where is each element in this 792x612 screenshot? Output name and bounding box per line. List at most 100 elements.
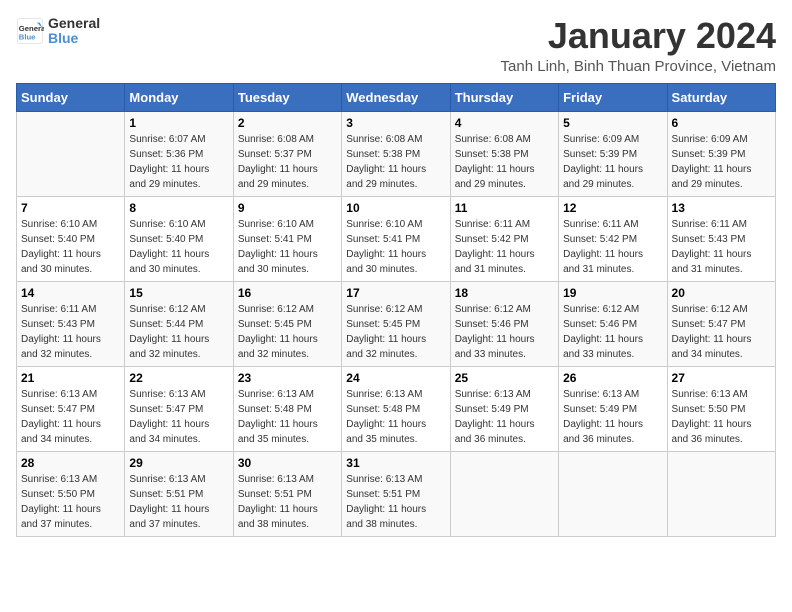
day-info: Sunrise: 6:13 AM Sunset: 5:51 PM Dayligh… (129, 472, 228, 532)
calendar-cell: 23 Sunrise: 6:13 AM Sunset: 5:48 PM Dayli… (233, 366, 341, 451)
header-monday: Monday (125, 83, 233, 111)
header-friday: Friday (559, 83, 667, 111)
day-number: 7 (21, 201, 120, 215)
day-info: Sunrise: 6:10 AM Sunset: 5:41 PM Dayligh… (346, 217, 445, 277)
logo-icon: General Blue (16, 17, 44, 45)
day-number: 28 (21, 456, 120, 470)
day-info: Sunrise: 6:13 AM Sunset: 5:51 PM Dayligh… (238, 472, 337, 532)
calendar-cell: 25 Sunrise: 6:13 AM Sunset: 5:49 PM Dayli… (450, 366, 558, 451)
day-number: 31 (346, 456, 445, 470)
calendar-cell: 10 Sunrise: 6:10 AM Sunset: 5:41 PM Dayli… (342, 196, 450, 281)
header-wednesday: Wednesday (342, 83, 450, 111)
header-tuesday: Tuesday (233, 83, 341, 111)
day-info: Sunrise: 6:07 AM Sunset: 5:36 PM Dayligh… (129, 132, 228, 192)
title-block: January 2024 Tanh Linh, Binh Thuan Provi… (501, 16, 776, 75)
week-row-3: 14 Sunrise: 6:11 AM Sunset: 5:43 PM Dayli… (17, 281, 776, 366)
calendar-cell: 24 Sunrise: 6:13 AM Sunset: 5:48 PM Dayli… (342, 366, 450, 451)
day-info: Sunrise: 6:13 AM Sunset: 5:47 PM Dayligh… (129, 387, 228, 447)
day-number: 30 (238, 456, 337, 470)
day-number: 25 (455, 371, 554, 385)
day-number: 22 (129, 371, 228, 385)
day-number: 26 (563, 371, 662, 385)
day-info: Sunrise: 6:12 AM Sunset: 5:45 PM Dayligh… (346, 302, 445, 362)
day-number: 13 (672, 201, 771, 215)
day-info: Sunrise: 6:13 AM Sunset: 5:49 PM Dayligh… (455, 387, 554, 447)
calendar-cell: 28 Sunrise: 6:13 AM Sunset: 5:50 PM Dayli… (17, 451, 125, 536)
week-row-5: 28 Sunrise: 6:13 AM Sunset: 5:50 PM Dayli… (17, 451, 776, 536)
week-row-4: 21 Sunrise: 6:13 AM Sunset: 5:47 PM Dayli… (17, 366, 776, 451)
day-info: Sunrise: 6:08 AM Sunset: 5:37 PM Dayligh… (238, 132, 337, 192)
day-info: Sunrise: 6:08 AM Sunset: 5:38 PM Dayligh… (346, 132, 445, 192)
calendar-cell: 2 Sunrise: 6:08 AM Sunset: 5:37 PM Daylig… (233, 111, 341, 196)
day-number: 24 (346, 371, 445, 385)
calendar-cell: 16 Sunrise: 6:12 AM Sunset: 5:45 PM Dayli… (233, 281, 341, 366)
day-info: Sunrise: 6:13 AM Sunset: 5:49 PM Dayligh… (563, 387, 662, 447)
day-info: Sunrise: 6:11 AM Sunset: 5:42 PM Dayligh… (455, 217, 554, 277)
day-number: 14 (21, 286, 120, 300)
calendar-cell: 19Sunrise: 6:12 AM Sunset: 5:46 PM Dayli… (559, 281, 667, 366)
day-number: 16 (238, 286, 337, 300)
calendar-cell: 22 Sunrise: 6:13 AM Sunset: 5:47 PM Dayli… (125, 366, 233, 451)
calendar-cell: 6Sunrise: 6:09 AM Sunset: 5:39 PM Daylig… (667, 111, 775, 196)
header-thursday: Thursday (450, 83, 558, 111)
week-row-2: 7 Sunrise: 6:10 AM Sunset: 5:40 PM Daylig… (17, 196, 776, 281)
calendar-cell: 1 Sunrise: 6:07 AM Sunset: 5:36 PM Daylig… (125, 111, 233, 196)
day-number: 17 (346, 286, 445, 300)
day-info: Sunrise: 6:13 AM Sunset: 5:47 PM Dayligh… (21, 387, 120, 447)
day-number: 1 (129, 116, 228, 130)
day-info: Sunrise: 6:11 AM Sunset: 5:43 PM Dayligh… (21, 302, 120, 362)
day-number: 29 (129, 456, 228, 470)
day-info: Sunrise: 6:13 AM Sunset: 5:48 PM Dayligh… (346, 387, 445, 447)
day-number: 5 (563, 116, 662, 130)
month-title: January 2024 (501, 16, 776, 56)
calendar-cell: 14 Sunrise: 6:11 AM Sunset: 5:43 PM Dayli… (17, 281, 125, 366)
calendar-cell: 27 Sunrise: 6:13 AM Sunset: 5:50 PM Dayli… (667, 366, 775, 451)
calendar-cell (17, 111, 125, 196)
calendar-cell (450, 451, 558, 536)
calendar-cell: 7 Sunrise: 6:10 AM Sunset: 5:40 PM Daylig… (17, 196, 125, 281)
calendar-cell: 5 Sunrise: 6:09 AM Sunset: 5:39 PM Daylig… (559, 111, 667, 196)
calendar-cell: 18 Sunrise: 6:12 AM Sunset: 5:46 PM Dayli… (450, 281, 558, 366)
day-info: Sunrise: 6:13 AM Sunset: 5:50 PM Dayligh… (672, 387, 771, 447)
day-info: Sunrise: 6:12 AM Sunset: 5:45 PM Dayligh… (238, 302, 337, 362)
day-number: 2 (238, 116, 337, 130)
day-number: 18 (455, 286, 554, 300)
day-number: 9 (238, 201, 337, 215)
day-info: Sunrise: 6:13 AM Sunset: 5:48 PM Dayligh… (238, 387, 337, 447)
calendar-cell: 26 Sunrise: 6:13 AM Sunset: 5:49 PM Dayli… (559, 366, 667, 451)
day-info: Sunrise: 6:08 AM Sunset: 5:38 PM Dayligh… (455, 132, 554, 192)
day-number: 23 (238, 371, 337, 385)
logo: General Blue General Blue (16, 16, 100, 47)
location-subtitle: Tanh Linh, Binh Thuan Province, Vietnam (501, 58, 776, 75)
svg-text:Blue: Blue (19, 33, 36, 42)
day-number: 20 (672, 286, 771, 300)
day-number: 10 (346, 201, 445, 215)
page-header: General Blue General Blue January 2024 T… (16, 16, 776, 75)
calendar-cell: 8 Sunrise: 6:10 AM Sunset: 5:40 PM Daylig… (125, 196, 233, 281)
day-info: Sunrise: 6:12 AM Sunset: 5:46 PM Dayligh… (563, 302, 662, 362)
calendar-cell: 31Sunrise: 6:13 AM Sunset: 5:51 PM Dayli… (342, 451, 450, 536)
calendar-cell: 15Sunrise: 6:12 AM Sunset: 5:44 PM Dayli… (125, 281, 233, 366)
header-saturday: Saturday (667, 83, 775, 111)
week-row-1: 1 Sunrise: 6:07 AM Sunset: 5:36 PM Daylig… (17, 111, 776, 196)
day-info: Sunrise: 6:10 AM Sunset: 5:40 PM Dayligh… (129, 217, 228, 277)
header-sunday: Sunday (17, 83, 125, 111)
day-info: Sunrise: 6:10 AM Sunset: 5:40 PM Dayligh… (21, 217, 120, 277)
day-number: 8 (129, 201, 228, 215)
day-number: 12 (563, 201, 662, 215)
day-info: Sunrise: 6:09 AM Sunset: 5:39 PM Dayligh… (563, 132, 662, 192)
day-number: 27 (672, 371, 771, 385)
calendar-cell: 3Sunrise: 6:08 AM Sunset: 5:38 PM Daylig… (342, 111, 450, 196)
day-info: Sunrise: 6:11 AM Sunset: 5:42 PM Dayligh… (563, 217, 662, 277)
header-row: SundayMondayTuesdayWednesdayThursdayFrid… (17, 83, 776, 111)
day-info: Sunrise: 6:12 AM Sunset: 5:46 PM Dayligh… (455, 302, 554, 362)
calendar-cell: 4Sunrise: 6:08 AM Sunset: 5:38 PM Daylig… (450, 111, 558, 196)
calendar-cell: 17 Sunrise: 6:12 AM Sunset: 5:45 PM Dayli… (342, 281, 450, 366)
calendar-cell: 29 Sunrise: 6:13 AM Sunset: 5:51 PM Dayli… (125, 451, 233, 536)
day-number: 6 (672, 116, 771, 130)
calendar-cell: 13Sunrise: 6:11 AM Sunset: 5:43 PM Dayli… (667, 196, 775, 281)
day-info: Sunrise: 6:10 AM Sunset: 5:41 PM Dayligh… (238, 217, 337, 277)
day-info: Sunrise: 6:13 AM Sunset: 5:50 PM Dayligh… (21, 472, 120, 532)
logo-blue: Blue (48, 31, 100, 46)
day-number: 21 (21, 371, 120, 385)
